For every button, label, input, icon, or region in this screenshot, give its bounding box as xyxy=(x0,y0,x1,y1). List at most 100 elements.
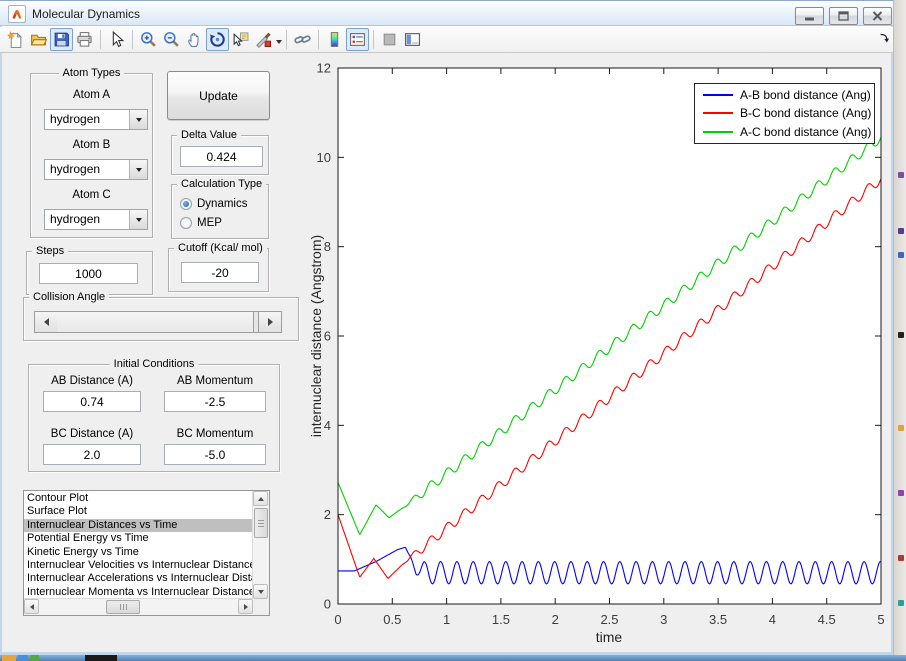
y-tick-label: 2 xyxy=(324,507,331,522)
scroll-up-button[interactable] xyxy=(253,491,268,506)
scrollbar-corner xyxy=(253,599,269,615)
cutoff-panel: Cutoff (Kcal/ mol) xyxy=(168,242,269,292)
save-figure-icon xyxy=(53,31,70,48)
slider-thumb[interactable] xyxy=(57,312,254,332)
hide-plot-tools-button[interactable] xyxy=(378,28,401,51)
list-item[interactable]: Kinetic Energy vs Time xyxy=(24,546,253,559)
y-tick-label: 6 xyxy=(324,329,331,344)
screen: Molecular Dynamics Atom Types Atom A hydr… xyxy=(0,0,906,661)
down-arrow-icon xyxy=(257,589,264,597)
maximize-icon xyxy=(838,11,849,21)
x-tick-label: 3 xyxy=(660,612,667,627)
y-tick-label: 4 xyxy=(324,418,331,433)
atom-a-label: Atom A xyxy=(72,89,111,101)
list-item[interactable]: Internuclear Velocities vs Internuclear … xyxy=(24,559,253,572)
dropdown-arrow-button[interactable] xyxy=(129,210,147,229)
atom-b-dropdown[interactable]: hydrogen xyxy=(44,159,148,180)
save-figure-button[interactable] xyxy=(50,28,73,51)
toolbar-separator xyxy=(318,30,319,49)
atom-c-dropdown[interactable]: hydrogen xyxy=(44,209,148,230)
matlab-app-icon xyxy=(8,5,26,23)
y-tick-label: 12 xyxy=(317,61,331,76)
atom-types-panel: Atom Types Atom A hydrogen Atom B hydrogen A… xyxy=(30,67,153,238)
minimize-icon xyxy=(804,11,815,21)
update-button[interactable]: Update xyxy=(167,71,270,120)
scroll-right-button[interactable] xyxy=(238,599,253,614)
legend-entry-label: B-C bond distance (Ang) xyxy=(740,106,872,121)
x-tick-label: 1.5 xyxy=(492,612,510,627)
collision-angle-slider[interactable] xyxy=(34,311,282,333)
list-item[interactable]: Surface Plot xyxy=(24,505,253,518)
plot-legend[interactable]: A-B bond distance (Ang) B-C bond distance… xyxy=(694,83,875,144)
insert-colorbar-button[interactable] xyxy=(323,28,346,51)
atom-b-value: hydrogen xyxy=(50,162,101,176)
vertical-scroll-thumb[interactable] xyxy=(254,508,268,538)
radio-mep[interactable]: MEP xyxy=(180,217,222,229)
delta-value-field[interactable] xyxy=(180,146,263,167)
chevron-down-icon xyxy=(135,218,142,225)
dock-figure-arrow-button[interactable] xyxy=(878,31,892,45)
x-tick-label: 2.5 xyxy=(600,612,618,627)
ab-momentum-field[interactable] xyxy=(164,391,266,412)
bc-distance-a-field[interactable] xyxy=(43,444,141,465)
open-file-button[interactable] xyxy=(27,28,50,51)
steps-field[interactable] xyxy=(39,263,138,284)
dropdown-caret-icon[interactable] xyxy=(276,39,282,47)
link-plot-button[interactable] xyxy=(291,28,314,51)
zoom-in-button[interactable] xyxy=(137,28,160,51)
plot-axes[interactable]: 0 0.5 1 1.5 2 2.5 3 3.5 4 4.5 5 0 2 4 6 8 10 12 xyxy=(300,56,891,656)
maximize-button[interactable] xyxy=(829,7,858,25)
right-arrow-icon xyxy=(267,318,277,326)
listbox-horizontal-scrollbar[interactable] xyxy=(24,598,253,615)
zoom-out-button[interactable] xyxy=(160,28,183,51)
radio-button-icon[interactable] xyxy=(180,198,192,210)
title-bar[interactable]: Molecular Dynamics xyxy=(0,0,893,26)
atom-c-label: Atom C xyxy=(72,189,111,201)
edit-plot-button[interactable] xyxy=(105,28,128,51)
list-item[interactable]: Internuclear Distances vs Time xyxy=(24,518,253,533)
atom-types-panel-title: Atom Types xyxy=(58,67,125,79)
delta-value-panel: Delta Value xyxy=(171,129,269,175)
slider-right-arrow-button[interactable] xyxy=(258,312,281,332)
dropdown-arrow-button[interactable] xyxy=(129,110,147,129)
show-plot-tools-button[interactable] xyxy=(401,28,424,51)
x-axis-label: time xyxy=(595,629,623,645)
dropdown-arrow-button[interactable] xyxy=(129,160,147,179)
rotate-3d-button[interactable] xyxy=(206,28,229,51)
y-axis-label: internuclear distance (Angstrom) xyxy=(308,234,324,438)
plot-type-listbox[interactable]: Contour Plot Surface Plot Internuclear Dis… xyxy=(23,490,270,616)
ab-distance-a-field[interactable] xyxy=(43,391,141,412)
x-tick-label: 2 xyxy=(552,612,559,627)
radio-dynamics[interactable]: Dynamics xyxy=(180,198,247,210)
brush-data-button[interactable] xyxy=(252,28,275,51)
legend-entry: A-B bond distance (Ang) xyxy=(695,87,874,104)
scroll-left-button[interactable] xyxy=(24,599,39,614)
slider-left-arrow-button[interactable] xyxy=(35,312,58,332)
zoom-out-icon xyxy=(163,31,180,48)
list-item[interactable]: Potential Energy vs Time xyxy=(24,532,253,545)
horizontal-scroll-thumb[interactable] xyxy=(106,600,140,614)
bc-momentum-field[interactable] xyxy=(164,444,266,465)
atom-a-dropdown[interactable]: hydrogen xyxy=(44,109,148,130)
print-figure-button[interactable] xyxy=(73,28,96,51)
list-item[interactable]: Contour Plot xyxy=(24,492,253,505)
steps-panel-title: Steps xyxy=(32,245,69,257)
cutoff-field[interactable] xyxy=(181,262,259,283)
bc-momentum-label: BC Momentum xyxy=(176,428,254,440)
close-button[interactable] xyxy=(863,7,892,25)
list-item[interactable]: Internuclear Accelerations vs Internucle… xyxy=(24,572,253,585)
toolbar-separator xyxy=(100,30,101,49)
atom-b-label: Atom B xyxy=(72,139,111,151)
pan-button[interactable] xyxy=(183,28,206,51)
listbox-vertical-scrollbar[interactable] xyxy=(252,491,269,599)
legend-line-sample xyxy=(703,130,733,133)
left-arrow-icon xyxy=(40,318,49,326)
list-item[interactable]: Internuclear Momenta vs Internuclear Dis… xyxy=(24,586,253,599)
data-cursor-button[interactable] xyxy=(229,28,252,51)
insert-legend-button[interactable] xyxy=(346,28,369,51)
new-figure-button[interactable] xyxy=(4,28,27,51)
minimize-button[interactable] xyxy=(795,7,824,25)
legend-line-sample xyxy=(703,94,733,97)
scroll-down-button[interactable] xyxy=(253,584,268,599)
radio-button-icon[interactable] xyxy=(180,217,192,229)
